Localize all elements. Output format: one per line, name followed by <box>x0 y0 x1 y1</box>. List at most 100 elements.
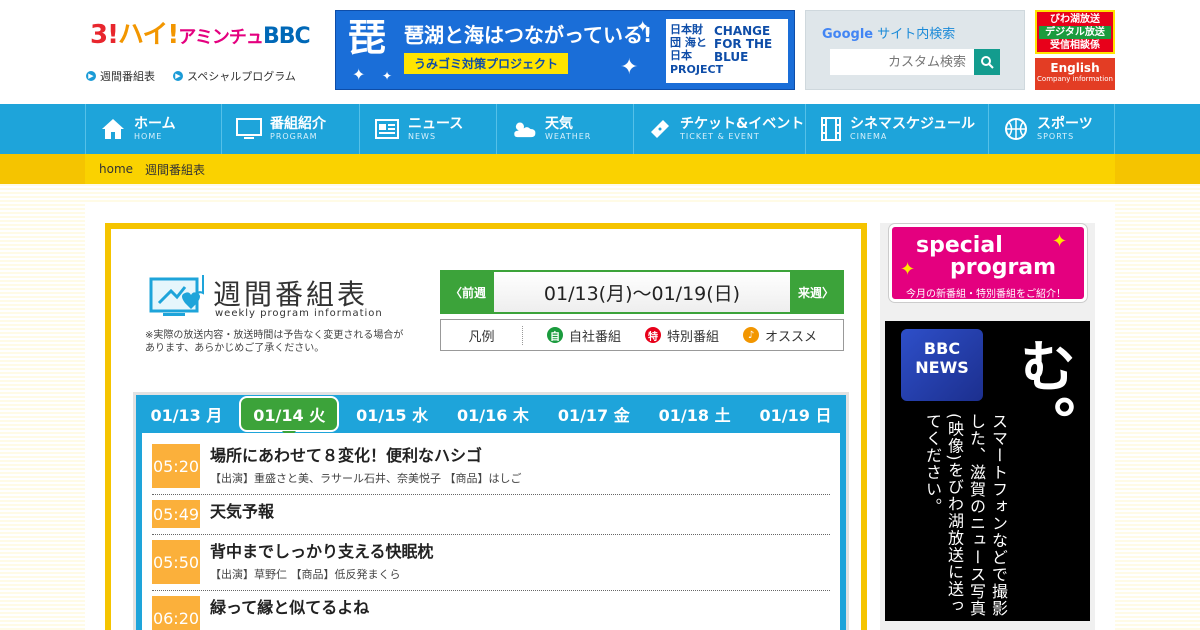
legend-own-text: 自社番組 <box>569 329 622 345</box>
news-banner-text: スマートフォンなどで撮影した、滋賀のニュース写真(映像)をびわ湖放送に送ってくだ… <box>923 413 1008 617</box>
nav-ticket-label: チケット&イベント <box>680 116 805 132</box>
program-title: 緑って縁と似てるよね <box>210 598 370 617</box>
program-row[interactable]: 05:20 場所にあわせて８変化！便利なハシゴ 【出演】重盛さと美、ラサール石井、… <box>152 439 830 495</box>
breadcrumb-home[interactable]: home <box>99 162 133 176</box>
banner-sponsor: 日本財団 海と日本 PROJECT CHANGE FOR THE BLUE <box>666 19 788 83</box>
nav-sports-label: スポーツ <box>1037 116 1093 132</box>
legend-special-text: 特別番組 <box>667 329 720 345</box>
logo-bbc: BBC <box>923 339 961 358</box>
program-time: 05:49 <box>152 500 200 528</box>
day-schedule: 01/13 月 01/14 火 01/15 水 01/16 木 01/17 金 … <box>133 392 849 630</box>
tab-day-0114[interactable]: 01/14 火 <box>239 396 340 439</box>
main-nav: ホーム HOME 番組紹介 PROGRAM ニュース NEWS 天気 WEATHER チ… <box>0 104 1200 154</box>
legend-recommend-text: オススメ <box>765 329 818 345</box>
prev-week-label: 前週 <box>462 285 487 300</box>
company-info-label: Company information <box>1037 75 1113 83</box>
logo-part-3: アミンチュ <box>178 27 264 48</box>
ball-icon <box>1003 116 1029 142</box>
english-link[interactable]: English Company information <box>1035 58 1115 90</box>
tab-day-0116[interactable]: 01/16 木 <box>445 398 541 430</box>
news-banner-headline: 写真求む。 <box>1010 337 1090 511</box>
tab-day-0119[interactable]: 01/19 日 <box>748 398 844 430</box>
nav-cinema-sublabel: CINEMA <box>850 132 888 141</box>
newspaper-icon <box>374 116 400 142</box>
nav-home-label: ホーム <box>134 116 176 132</box>
nav-sports-sublabel: SPORTS <box>1037 132 1075 141</box>
google-label: Google <box>822 27 874 42</box>
nav-weather-sublabel: WEATHER <box>545 132 592 141</box>
nav-cinema[interactable]: シネマスケジュール CINEMA <box>805 104 988 154</box>
nav-ticket[interactable]: チケット&イベント TICKET & EVENT <box>633 104 805 154</box>
day-tabs: 01/13 月 01/14 火 01/15 水 01/16 木 01/17 金 … <box>136 395 846 439</box>
tab-day-0117[interactable]: 01/17 金 <box>546 398 642 430</box>
bbc-news-logo: BBC NEWS <box>901 329 983 401</box>
breadcrumb-bar: home 週間番組表 <box>0 154 1200 184</box>
nav-ticket-sublabel: TICKET & EVENT <box>680 132 760 141</box>
site-logo[interactable]: 3!ハイ!アミンチュBBC <box>90 14 311 51</box>
subnav-special-label: スペシャルプログラム <box>187 70 296 83</box>
chevron-right-icon: 〉 <box>822 285 835 300</box>
nav-news-label: ニュース <box>408 116 464 132</box>
weekly-schedule-panel: 週間番組表 weekly program information ※実際の放送内… <box>105 223 867 630</box>
special-line-2: program <box>950 255 1057 280</box>
special-program-banner[interactable]: special program 今月の新番組・特別番組をご紹介！ ✦ ✦ <box>889 224 1087 302</box>
tab-day-0113[interactable]: 01/13 月 <box>138 398 234 430</box>
program-desc: 【出演】草野仁 【商品】低反発まくら <box>210 568 401 581</box>
search-title-text: サイト内検索 <box>877 27 956 42</box>
subnav-weekly-link[interactable]: ▶ 週間番組表 <box>86 68 155 84</box>
nav-sports[interactable]: スポーツ SPORTS <box>988 104 1115 154</box>
sponsor-nippon-foundation: 日本財団 海と日本 PROJECT <box>670 23 724 76</box>
bbc-news-photo-banner[interactable]: BBC NEWS 写真求む。 スマートフォンなどで撮影した、滋賀のニュース写真(… <box>885 321 1090 621</box>
program-row[interactable]: 05:50 背中までしっかり支える快眠枕 【出演】草野仁 【商品】低反発まくら <box>152 535 830 591</box>
page-title-en: weekly program information <box>215 308 383 319</box>
banner-subtitle: うみゴミ対策プロジェクト <box>404 53 569 74</box>
nav-home[interactable]: ホーム HOME <box>85 104 221 154</box>
tv-heart-icon <box>149 273 211 323</box>
badge-line-1: びわ湖放送 <box>1050 14 1100 25</box>
program-time: 05:50 <box>152 540 200 584</box>
search-icon <box>981 56 994 69</box>
logo-part-2: ハイ! <box>117 20 179 50</box>
tab-day-0118[interactable]: 01/18 土 <box>647 398 743 430</box>
program-list: 05:20 場所にあわせて８変化！便利なハシゴ 【出演】重盛さと美、ラサール石井、… <box>142 433 840 630</box>
logo-part-4: BBC <box>262 24 311 49</box>
sparkle-icon: ✦ <box>382 69 393 83</box>
recommend-icon: ♪ <box>743 327 760 343</box>
program-row[interactable]: 05:49 天気予報 <box>152 495 830 535</box>
breadcrumb-current: 週間番組表 <box>145 162 206 177</box>
next-week-button[interactable]: 来週〉 <box>790 272 842 312</box>
program-row[interactable]: 06:20 緑って縁と似てるよね <box>152 591 830 630</box>
prev-week-button[interactable]: 〈前週 <box>442 272 494 312</box>
site-header: 3!ハイ!アミンチュBBC ▶ 週間番組表 ▶ スペシャルプログラム 琵 琶湖と海は… <box>0 0 1200 104</box>
program-title: 天気予報 <box>210 502 275 521</box>
ticket-icon <box>648 116 672 142</box>
special-program-icon: 特 <box>645 327 662 343</box>
umigomi-banner[interactable]: 琵 琶湖と海はつながっている! うみゴミ対策プロジェクト ✦ ✦ ✦ ✦ 日本財… <box>335 10 795 90</box>
weather-icon <box>511 116 537 142</box>
week-navigator: 〈前週 01/13(月)～01/19(日) 来週〉 <box>440 270 844 314</box>
nav-home-sublabel: HOME <box>134 132 163 141</box>
nav-weather-label: 天気 <box>545 116 573 132</box>
arrow-right-icon: ▶ <box>86 71 96 81</box>
schedule-notice: ※実際の放送内容・放送時間は予告なく変更される場合があります、あらかじめご了承く… <box>145 330 404 354</box>
nav-program[interactable]: 番組紹介 PROGRAM <box>221 104 359 154</box>
banner-headline: 琶湖と海はつながっている! <box>404 23 653 47</box>
program-desc: 【出演】重盛さと美、ラサール石井、奈美悦子 【商品】はしご <box>210 472 522 485</box>
banner-kanji: 琵 <box>348 16 387 60</box>
tv-icon <box>236 116 262 142</box>
own-program-icon: 自 <box>547 327 563 343</box>
tab-day-0115[interactable]: 01/15 水 <box>344 398 440 430</box>
logo-news: NEWS <box>915 358 969 377</box>
subnav-special-link[interactable]: ▶ スペシャルプログラム <box>173 68 296 84</box>
digital-reception-badge[interactable]: びわ湖放送 デジタル放送 受信相談係 <box>1035 10 1115 54</box>
search-input[interactable] <box>830 49 974 75</box>
program-title: 場所にあわせて８変化！便利なハシゴ <box>210 446 483 465</box>
search-button[interactable] <box>974 49 1000 75</box>
nav-news[interactable]: ニュース NEWS <box>359 104 496 154</box>
legend-item-own: 自自社番組 <box>547 326 621 345</box>
legend: 凡例 自自社番組 特特別番組 ♪ オススメ <box>440 319 844 351</box>
nav-cinema-label: シネマスケジュール <box>850 116 976 132</box>
nav-weather[interactable]: 天気 WEATHER <box>496 104 633 154</box>
legend-label: 凡例 <box>441 325 523 345</box>
chevron-left-icon: 〈 <box>449 285 462 300</box>
